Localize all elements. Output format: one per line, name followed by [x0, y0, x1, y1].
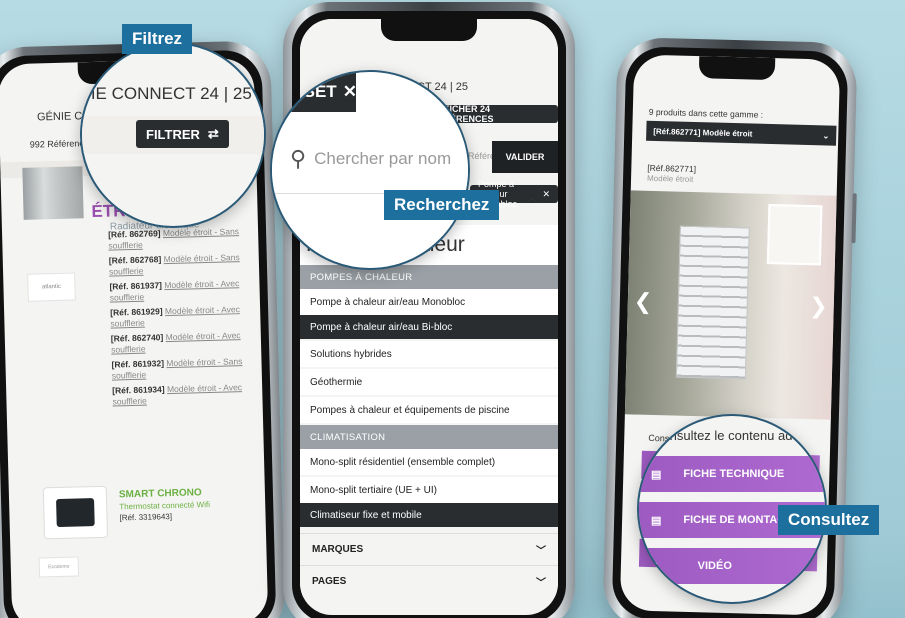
list-item[interactable]: Mono-split résidentiel (ensemble complet… [300, 449, 558, 475]
thermostat-display [56, 498, 95, 528]
magnifier-search: RESET ✕ ⚲ Chercher par nom [270, 70, 470, 270]
document-icon: ▤ [651, 514, 662, 527]
list-item[interactable]: [Réf. 862769] Modèle étroit - Sans souff… [108, 226, 259, 252]
product-reference: [Réf. 3319643] [119, 512, 173, 523]
zoomed-consult-label: Consultez le contenu add [653, 428, 800, 443]
magnifier-filter: GÉNIE CONNECT 24 | 25 FILTRER ⇄ [80, 42, 266, 228]
validate-button[interactable]: VALIDER [492, 141, 558, 173]
filter-sliders-icon: ⇄ [207, 126, 219, 141]
close-icon[interactable]: ✕ [542, 189, 550, 200]
power-button [851, 193, 857, 244]
reset-button[interactable]: RESET ✕ [272, 72, 357, 112]
chevron-down-icon: ﹀ [536, 578, 546, 589]
accordion-label: PAGES [312, 576, 347, 587]
list-item[interactable]: Géothermie [300, 369, 558, 395]
list-item[interactable]: [Réf. 862768] Modèle étroit - Sans souff… [109, 252, 260, 278]
model-select[interactable]: [Réf.862771] Modèle étroit ⌄ [646, 120, 837, 146]
radiator-image [675, 225, 750, 380]
list-item[interactable]: [Réf. 861932] Modèle étroit - Sans souff… [111, 356, 262, 382]
search-input[interactable]: ⚲ Chercher par nom [272, 124, 468, 194]
list-item[interactable]: Mono-split tertiaire (UE + UI) [300, 477, 558, 503]
products-count: 9 produits dans cette gamme : [648, 106, 764, 120]
section-header: POMPES À CHALEUR [300, 265, 558, 289]
callout-filter: Filtrez [122, 24, 193, 54]
product-description: Thermostat connecté Wifi [119, 500, 211, 512]
technical-sheet-button[interactable]: ▤ FICHE TECHNIQUE [639, 456, 825, 492]
product-photo-carousel[interactable]: ❮ ❯ [624, 190, 837, 420]
zoomed-title: GÉNIE CONNECT 24 | 25 [80, 84, 252, 103]
chevron-down-icon: ⌄ [822, 130, 830, 141]
product-name[interactable]: SMART CHRONO [119, 487, 202, 500]
brand-logo: Ecodomo [38, 556, 80, 578]
chevron-left-icon[interactable]: ❮ [634, 288, 653, 314]
search-icon: ⚲ [290, 145, 307, 171]
reference-list: [Réf. 862769] Modèle étroit - Sans souff… [108, 226, 263, 412]
list-item[interactable]: Pompe à chaleur air/eau Monobloc [300, 289, 558, 315]
section-header: CLIMATISATION [300, 425, 558, 449]
close-icon: ✕ [342, 82, 357, 101]
product-reference: [Réf.862771] [647, 162, 697, 175]
photo-window [766, 203, 823, 266]
accordion-label: MARQUES [312, 544, 364, 555]
callout-consult: Consultez [778, 505, 880, 535]
notch [698, 56, 776, 81]
chevron-right-icon[interactable]: ❯ [809, 293, 828, 319]
product-model: Modèle étroit [646, 173, 694, 184]
model-select-value: [Réf.862771] Modèle étroit [653, 126, 753, 139]
list-item-selected[interactable]: Pompe à chaleur air/eau Bi-bloc [300, 315, 558, 339]
list-item[interactable]: Solutions hybrides [300, 341, 558, 367]
list-item-selected[interactable]: Climatiseur fixe et mobile [300, 503, 558, 527]
callout-search: Recherchez [384, 190, 500, 220]
product-thumbnail[interactable] [22, 166, 84, 220]
chevron-up-icon[interactable]: ︿ [526, 189, 538, 206]
thermostat-thumbnail[interactable] [42, 485, 109, 540]
video-icon: ■ [651, 560, 658, 572]
accordion-pages[interactable]: PAGES ﹀ [300, 565, 558, 597]
accordion-marques[interactable]: MARQUES ﹀ [300, 533, 558, 565]
document-icon: ▤ [651, 468, 662, 481]
notch [381, 19, 477, 41]
video-button[interactable]: ■ VIDÉO [639, 548, 825, 584]
filter-button[interactable]: FILTRER ⇄ [136, 120, 229, 148]
chevron-down-icon: ﹀ [536, 546, 546, 557]
brand-logo: atlantic [27, 272, 76, 302]
list-item[interactable]: Pompes à chaleur et équipements de pisci… [300, 397, 558, 423]
list-item[interactable]: [Réf. 861934] Modèle étroit - Avec souff… [112, 382, 263, 408]
list-item[interactable]: [Réf. 861937] Modèle étroit - Avec souff… [109, 278, 260, 304]
list-item[interactable]: [Réf. 862740] Modèle étroit - Avec souff… [111, 330, 262, 356]
list-item[interactable]: [Réf. 861929] Modèle étroit - Avec souff… [110, 304, 261, 330]
